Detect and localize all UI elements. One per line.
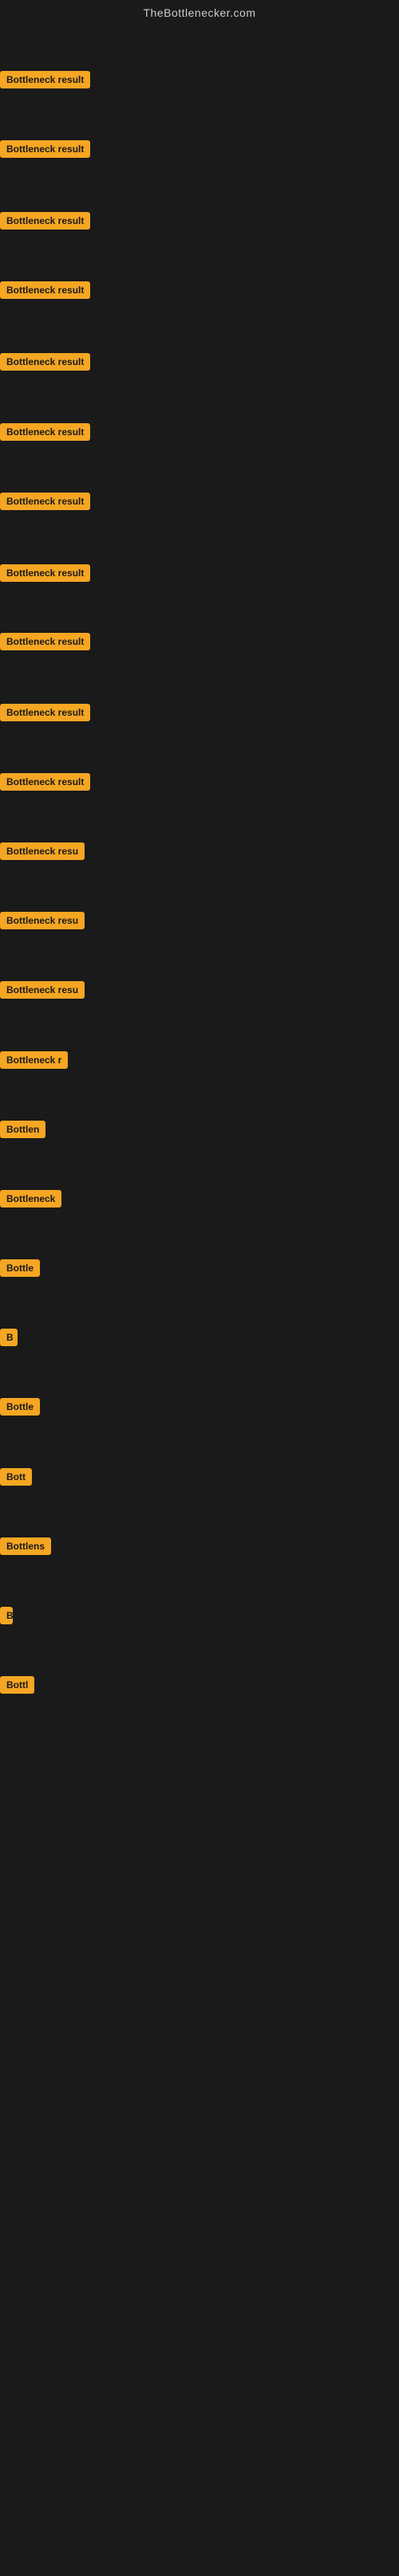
bottleneck-result-item-21[interactable]: Bott [0,1468,32,1490]
bottleneck-result-label: Bottleneck resu [0,912,85,929]
bottleneck-result-item-12[interactable]: Bottleneck resu [0,842,85,864]
bottleneck-result-item-5[interactable]: Bottleneck result [0,353,90,375]
bottleneck-result-item-24[interactable]: Bottl [0,1676,34,1698]
bottleneck-result-label: Bottleneck [0,1190,61,1208]
bottleneck-result-label: Bott [0,1468,32,1486]
bottleneck-result-label: Bottleneck result [0,212,90,230]
bottleneck-result-item-3[interactable]: Bottleneck result [0,212,90,234]
bottleneck-result-label: Bottle [0,1259,40,1277]
site-title: TheBottlenecker.com [0,0,399,26]
bottleneck-result-item-13[interactable]: Bottleneck resu [0,912,85,933]
bottleneck-result-label: Bottleneck result [0,140,90,158]
bottleneck-result-label: B [0,1607,13,1624]
bottleneck-result-item-7[interactable]: Bottleneck result [0,493,90,514]
bottleneck-result-label: Bottleneck result [0,281,90,299]
bottleneck-result-label: Bottle [0,1398,40,1416]
bottleneck-result-item-11[interactable]: Bottleneck result [0,773,90,795]
bottleneck-result-item-14[interactable]: Bottleneck resu [0,981,85,1003]
bottleneck-result-label: Bottleneck result [0,773,90,791]
bottleneck-result-item-16[interactable]: Bottlen [0,1121,45,1142]
bottleneck-result-label: Bottleneck resu [0,981,85,999]
bottleneck-result-label: B [0,1329,18,1346]
bottleneck-result-label: Bottleneck result [0,423,90,441]
bottleneck-result-label: Bottlen [0,1121,45,1138]
bottleneck-result-item-2[interactable]: Bottleneck result [0,140,90,162]
bottleneck-result-item-17[interactable]: Bottleneck [0,1190,61,1211]
bottleneck-result-item-8[interactable]: Bottleneck result [0,564,90,586]
bottleneck-result-label: Bottleneck r [0,1051,68,1069]
bottleneck-result-item-10[interactable]: Bottleneck result [0,704,90,725]
bottleneck-result-label: Bottleneck result [0,633,90,650]
bottleneck-result-item-18[interactable]: Bottle [0,1259,40,1281]
bottleneck-result-item-19[interactable]: B [0,1329,18,1350]
bottleneck-result-item-9[interactable]: Bottleneck result [0,633,90,654]
bottleneck-result-label: Bottleneck resu [0,842,85,860]
bottleneck-result-item-4[interactable]: Bottleneck result [0,281,90,303]
bottleneck-result-label: Bottleneck result [0,564,90,582]
bottleneck-result-label: Bottleneck result [0,704,90,721]
bottleneck-result-item-6[interactable]: Bottleneck result [0,423,90,445]
bottleneck-result-label: Bottleneck result [0,493,90,510]
bottleneck-result-label: Bottleneck result [0,353,90,371]
bottleneck-result-item-20[interactable]: Bottle [0,1398,40,1420]
bottleneck-result-item-15[interactable]: Bottleneck r [0,1051,68,1073]
bottleneck-result-label: Bottleneck result [0,71,90,88]
bottleneck-result-item-1[interactable]: Bottleneck result [0,71,90,92]
bottleneck-result-item-22[interactable]: Bottlens [0,1537,51,1559]
bottleneck-result-item-23[interactable]: B [0,1607,13,1628]
bottleneck-result-label: Bottlens [0,1537,51,1555]
bottleneck-result-label: Bottl [0,1676,34,1694]
